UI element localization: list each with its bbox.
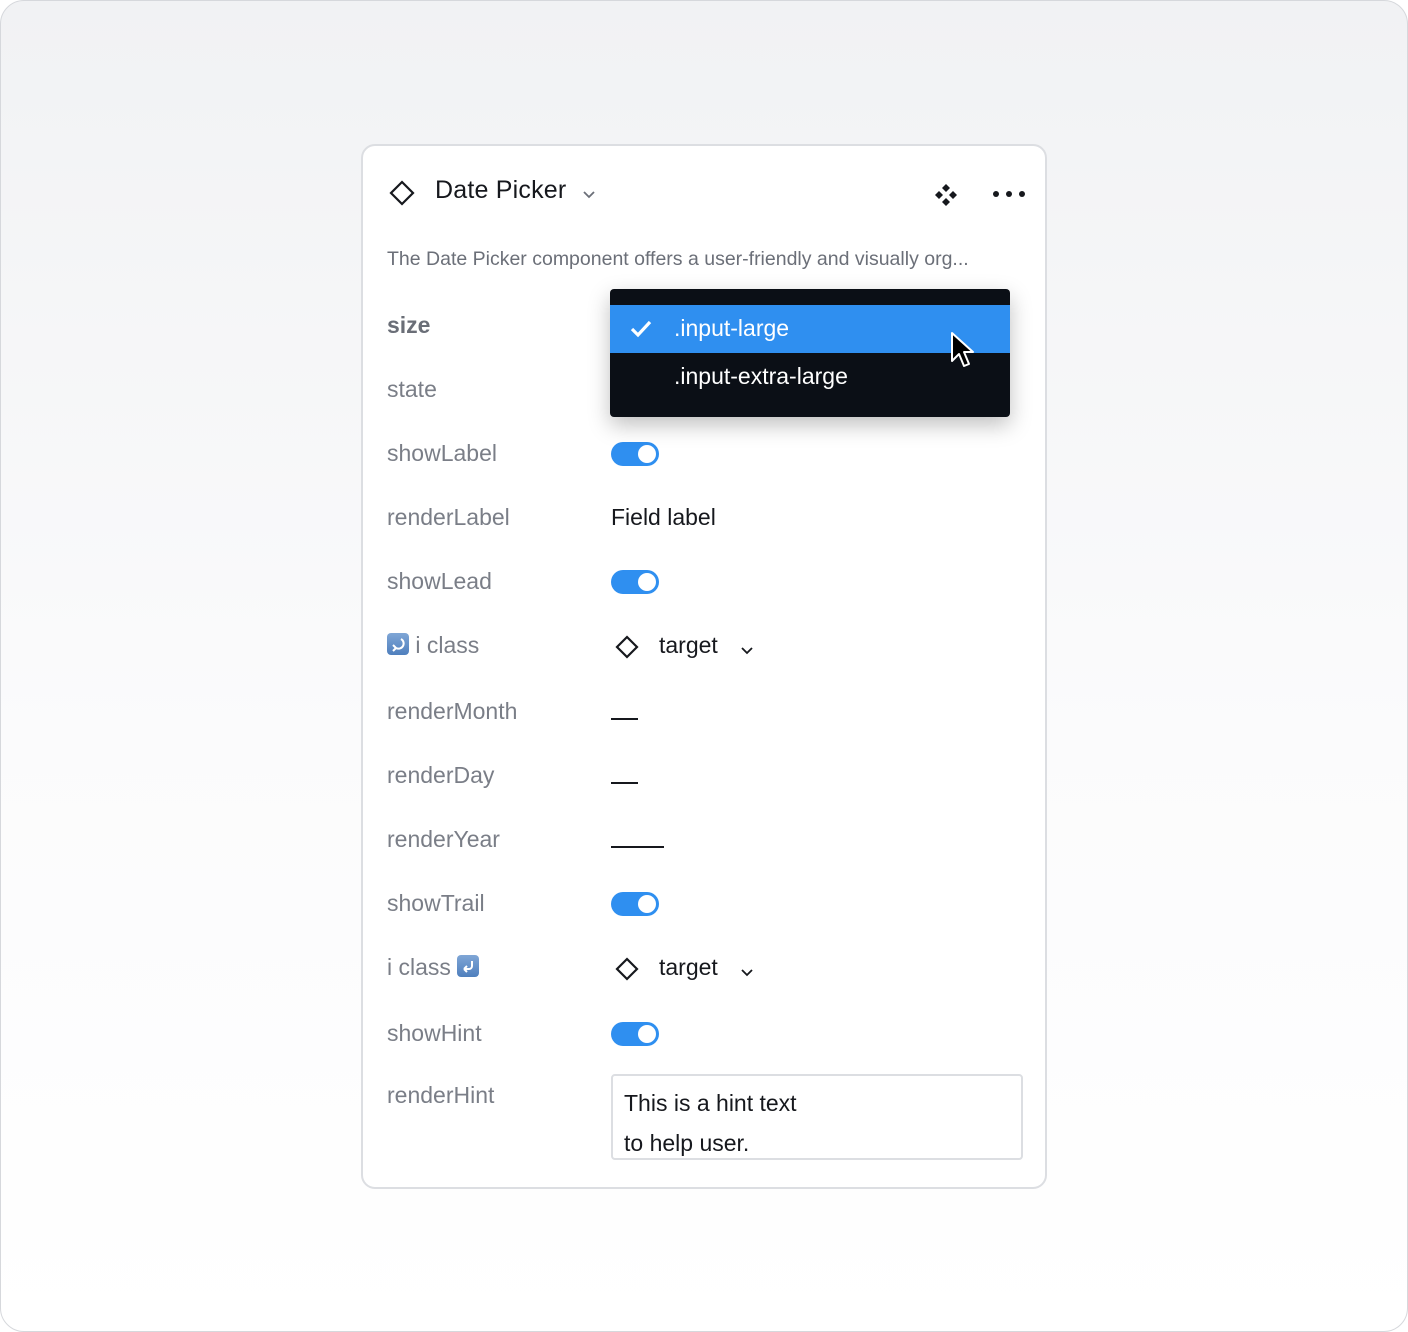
showhint-toggle[interactable] (611, 1022, 659, 1046)
instance-diamond-icon (615, 957, 639, 981)
trail-icon-label: i class (387, 954, 451, 980)
component-title[interactable]: Date Picker (435, 176, 566, 205)
property-row-showhint: showHint (387, 1014, 1027, 1058)
property-row-renderlabel: renderLabel Field label (387, 498, 1027, 542)
property-label: renderMonth (387, 698, 518, 724)
property-row-showlead: showLead (387, 562, 1027, 606)
mouse-pointer-icon (951, 332, 974, 367)
property-label: renderLabel (387, 504, 510, 530)
hint-line-1: This is a hint text (624, 1090, 797, 1116)
property-label: showTrail (387, 890, 485, 916)
property-row-trail-icon: i class target (387, 948, 1027, 992)
renderyear-empty-value[interactable] (611, 846, 664, 848)
showlabel-toggle[interactable] (611, 442, 659, 466)
renderlabel-input[interactable]: Field label (611, 504, 716, 531)
property-label: showHint (387, 1020, 482, 1046)
property-row-showlabel: showLabel (387, 434, 1027, 478)
property-row-lead-icon: i class target (387, 626, 1027, 670)
hint-line-2: to help user. (624, 1130, 750, 1156)
component-diamond-icon (389, 180, 415, 206)
property-label: renderHint (387, 1082, 495, 1108)
panel-header: Date Picker (363, 146, 1045, 242)
chevron-down-icon[interactable] (581, 186, 597, 202)
lead-icon-label: i class (415, 632, 480, 658)
showlead-toggle[interactable] (611, 570, 659, 594)
property-label: renderYear (387, 826, 500, 852)
property-label: renderDay (387, 762, 495, 788)
trail-icon-value: target (659, 954, 718, 980)
rendermonth-empty-value[interactable] (611, 718, 638, 720)
main-component-icon[interactable] (933, 182, 959, 208)
check-icon (630, 320, 652, 338)
canvas-frame: Date Picker The Date Picker component of… (0, 0, 1408, 1332)
property-row-showtrail: showTrail (387, 884, 1027, 928)
return-right-icon (457, 955, 480, 977)
return-left-icon (387, 633, 409, 655)
more-horizontal-icon[interactable] (991, 186, 1027, 202)
property-label: size (387, 312, 431, 338)
chevron-down-icon[interactable] (739, 642, 755, 658)
dropdown-option-label: .input-extra-large (674, 363, 848, 389)
lead-icon-value: target (659, 632, 718, 658)
property-row-renderhint: renderHint This is a hint text to help u… (387, 1074, 1027, 1164)
property-row-renderday: renderDay (387, 756, 1027, 800)
component-description: The Date Picker component offers a user-… (387, 248, 969, 270)
property-label: showLead (387, 568, 492, 594)
property-label: state (387, 376, 437, 402)
chevron-down-icon[interactable] (739, 964, 755, 980)
renderhint-textarea[interactable]: This is a hint text to help user. (611, 1074, 1023, 1160)
dropdown-option-label: .input-large (674, 315, 790, 341)
property-row-renderyear: renderYear (387, 820, 1027, 864)
property-label: i class (387, 954, 480, 981)
property-label: showLabel (387, 440, 497, 466)
instance-diamond-icon (615, 635, 639, 659)
property-row-rendermonth: renderMonth (387, 692, 1027, 736)
property-label: i class (387, 632, 479, 659)
renderday-empty-value[interactable] (611, 782, 638, 784)
showtrail-toggle[interactable] (611, 892, 659, 916)
